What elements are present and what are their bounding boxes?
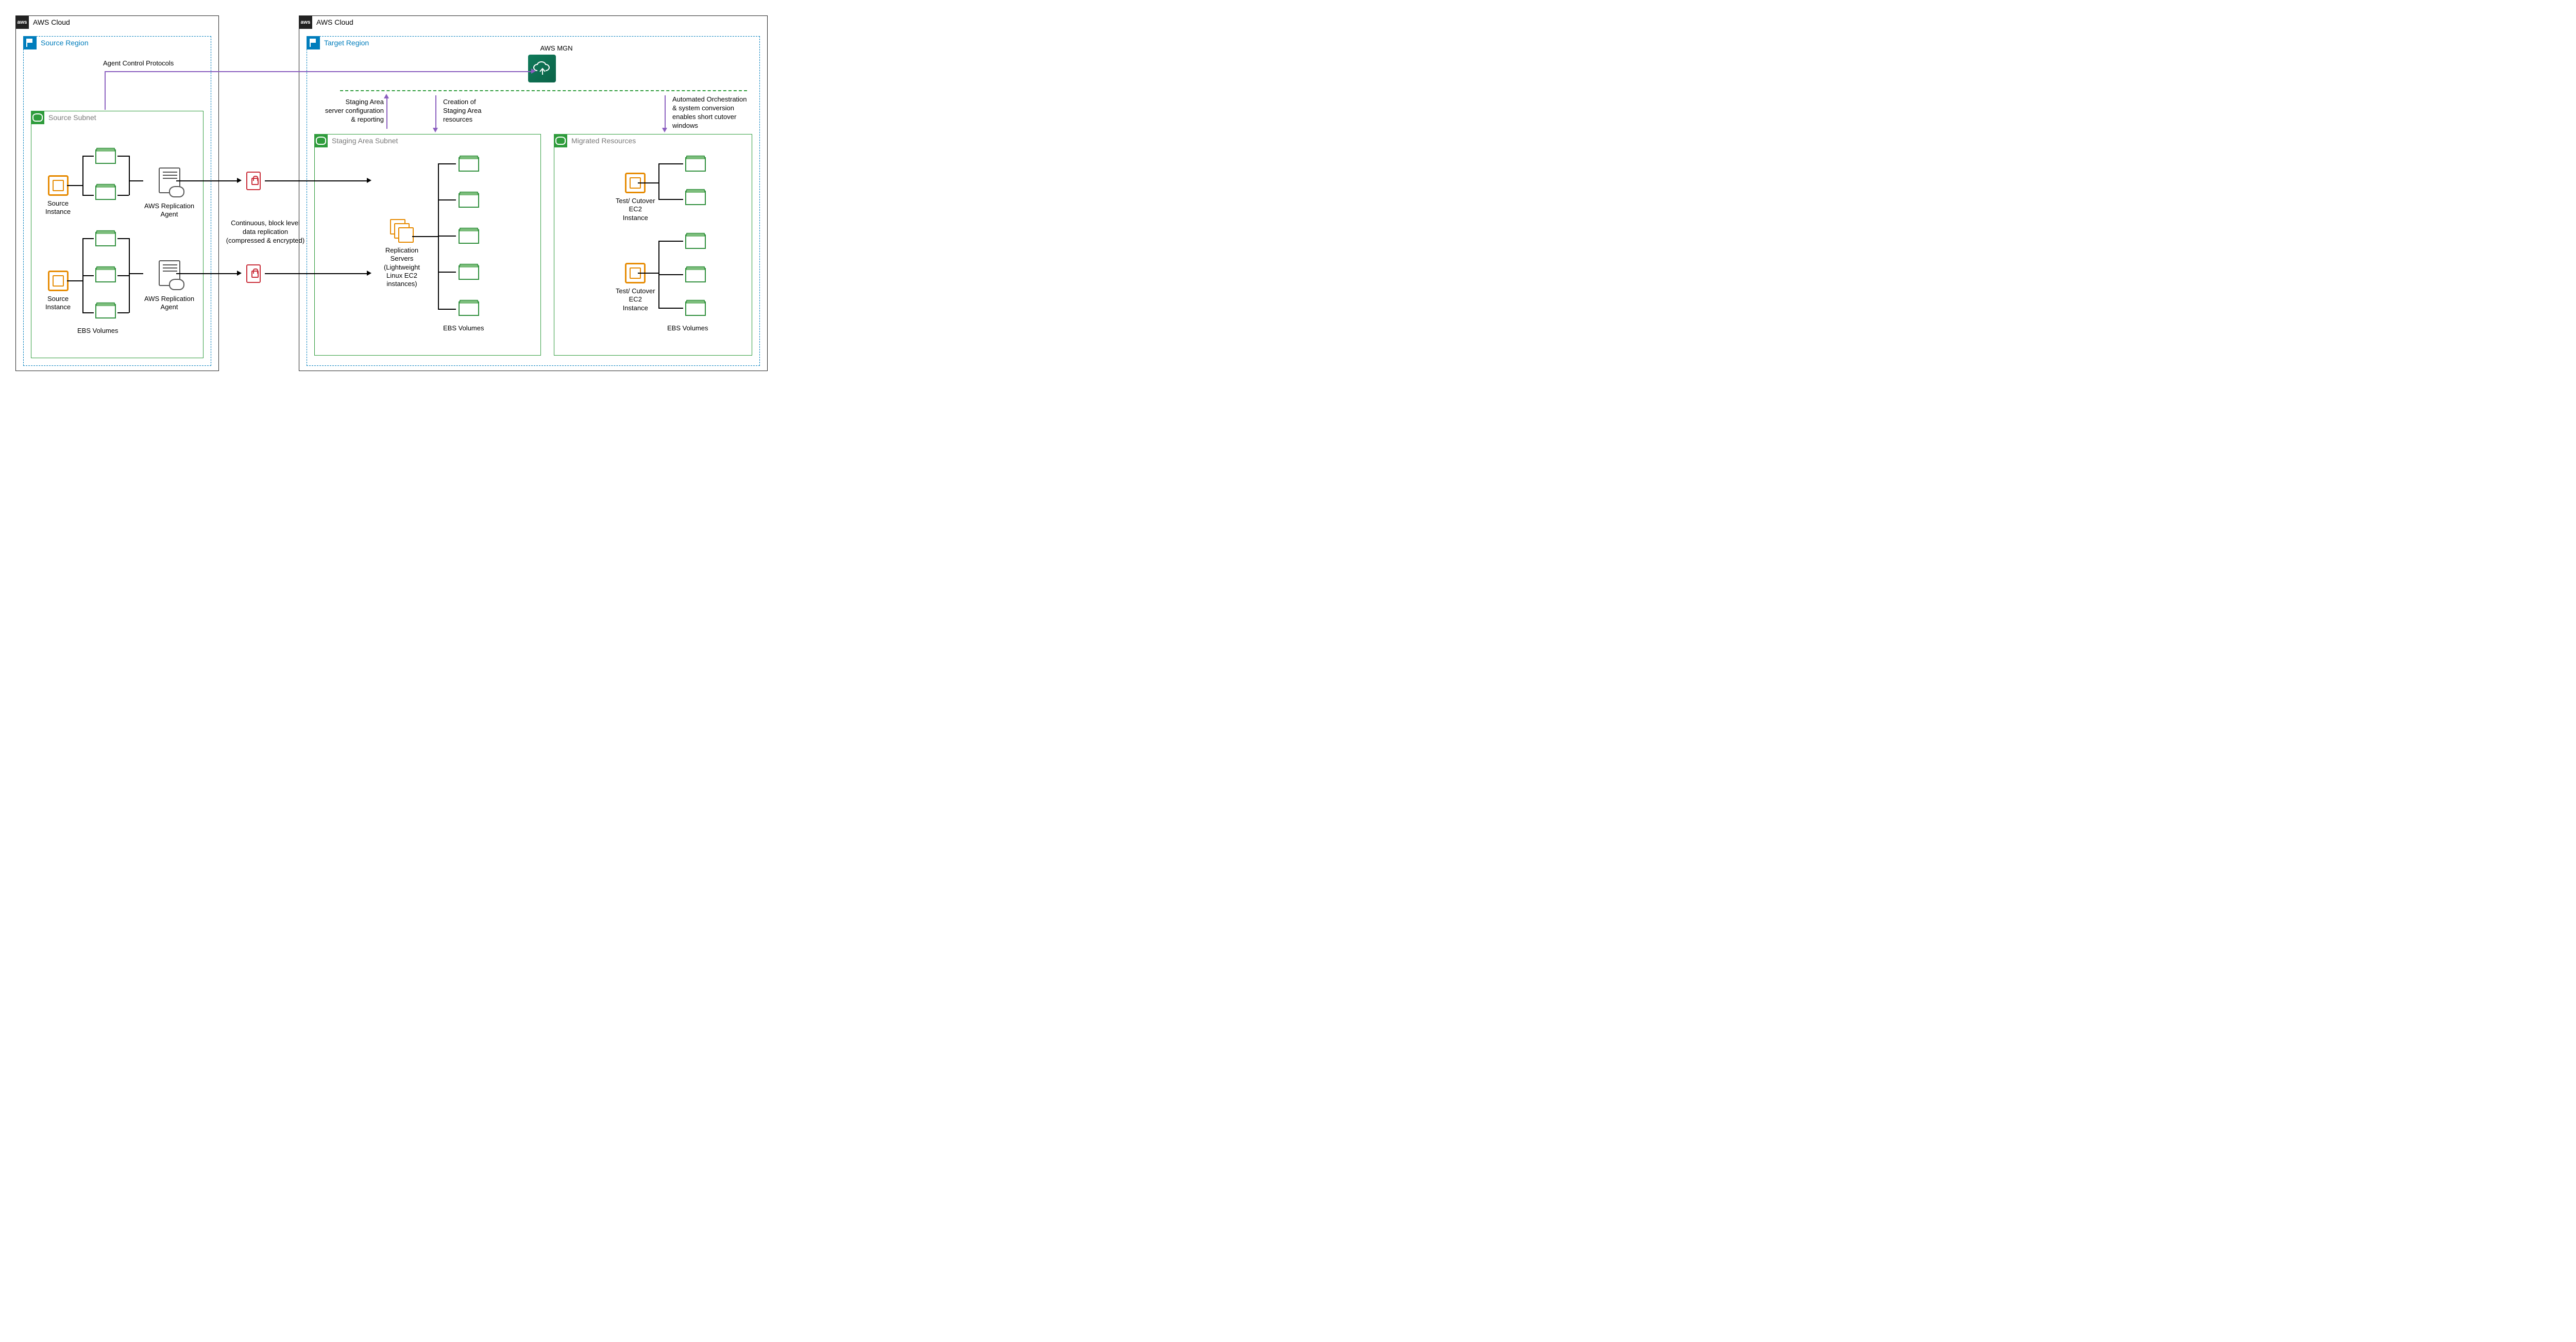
staging-ebs-label: EBS Volumes bbox=[443, 322, 484, 332]
source-instance-1: Source Instance bbox=[45, 175, 71, 216]
encrypted-file-icon bbox=[246, 172, 261, 192]
replication-servers: Replication Servers (Lightweight Linux E… bbox=[376, 219, 428, 288]
subnet-icon bbox=[554, 134, 567, 147]
source-subnet: Source Subnet bbox=[31, 111, 204, 358]
arrowhead-icon bbox=[367, 271, 371, 276]
test-cutover-instance-1: Test/ Cutover EC2 Instance bbox=[616, 173, 655, 222]
migrated-resources-label: Migrated Resources bbox=[571, 137, 636, 145]
arrowhead-icon bbox=[531, 69, 536, 74]
aws-logo-icon: aws bbox=[15, 15, 29, 29]
encrypted-file-icon bbox=[246, 264, 261, 284]
ebs-volume-icon bbox=[459, 265, 479, 281]
test-cutover-2-label: Test/ Cutover EC2 Instance bbox=[616, 287, 655, 312]
test-cutover-1-label: Test/ Cutover EC2 Instance bbox=[616, 197, 655, 222]
staging-creation-label: Creation of Staging Area resources bbox=[443, 98, 500, 124]
source-region-label: Source Region bbox=[41, 39, 89, 47]
replication-servers-label: Replication Servers (Lightweight Linux E… bbox=[376, 246, 428, 288]
staging-subnet-label: Staging Area Subnet bbox=[332, 137, 398, 145]
replication-agent-1: AWS Replication Agent bbox=[144, 167, 194, 219]
source-instance-2: Source Instance bbox=[45, 271, 71, 312]
source-subnet-label: Source Subnet bbox=[48, 113, 96, 122]
arrowhead-icon bbox=[384, 94, 389, 98]
source-instance-2-label: Source Instance bbox=[45, 295, 71, 312]
arrowhead-icon bbox=[367, 178, 371, 183]
source-cloud-label: AWS Cloud bbox=[33, 18, 70, 26]
source-ebs-label: EBS Volumes bbox=[77, 325, 118, 335]
replication-agent-1-label: AWS Replication Agent bbox=[144, 202, 194, 219]
ebs-volume-icon bbox=[685, 191, 706, 207]
ec2-instance-icon bbox=[48, 271, 69, 291]
ebs-volume-icon bbox=[685, 268, 706, 284]
region-flag-icon bbox=[307, 36, 320, 49]
ebs-volume-icon bbox=[95, 149, 116, 165]
replication-agent-2-label: AWS Replication Agent bbox=[144, 295, 194, 312]
mgn-control-plane-divider bbox=[340, 90, 747, 91]
ebs-volume-icon bbox=[95, 232, 116, 248]
ebs-volume-icon bbox=[95, 186, 116, 202]
source-ebs-caption: EBS Volumes bbox=[77, 327, 118, 335]
ebs-volume-icon bbox=[685, 157, 706, 173]
ebs-volume-icon bbox=[95, 304, 116, 320]
orchestration-label: Automated Orchestration & system convers… bbox=[672, 95, 757, 130]
ebs-volume-icon bbox=[459, 301, 479, 317]
target-region-label: Target Region bbox=[324, 39, 369, 47]
subnet-icon bbox=[314, 134, 328, 147]
ebs-volume-icon bbox=[459, 193, 479, 209]
arrowhead-icon bbox=[237, 271, 242, 276]
ebs-volume-icon bbox=[685, 301, 706, 317]
staging-reporting-label: Staging Area server configuration & repo… bbox=[325, 98, 384, 124]
ec2-instance-icon bbox=[48, 175, 69, 196]
aws-mgn-service: AWS MGN bbox=[528, 42, 585, 82]
migrated-resources: Migrated Resources bbox=[554, 134, 752, 356]
test-cutover-instance-2: Test/ Cutover EC2 Instance bbox=[616, 263, 655, 312]
region-flag-icon bbox=[23, 36, 37, 49]
ebs-volume-icon bbox=[685, 234, 706, 250]
staging-ebs-caption: EBS Volumes bbox=[443, 324, 484, 332]
agent-control-label: Agent Control Protocols bbox=[103, 59, 174, 68]
ebs-volume-icon bbox=[95, 268, 116, 284]
arrowhead-icon bbox=[433, 128, 438, 132]
migrated-ebs-label: EBS Volumes bbox=[667, 322, 708, 332]
target-cloud-label: AWS Cloud bbox=[316, 18, 353, 26]
subnet-icon bbox=[31, 111, 44, 124]
aws-logo-icon: aws bbox=[299, 15, 312, 29]
server-stack-icon bbox=[390, 219, 414, 243]
arrowhead-icon bbox=[237, 178, 242, 183]
migrated-ebs-caption: EBS Volumes bbox=[667, 324, 708, 332]
arrowhead-icon bbox=[662, 128, 667, 132]
ebs-volume-icon bbox=[459, 157, 479, 173]
aws-mgn-label: AWS MGN bbox=[528, 44, 585, 53]
source-instance-1-label: Source Instance bbox=[45, 199, 71, 216]
replication-agent-2: AWS Replication Agent bbox=[144, 260, 194, 312]
architecture-diagram: aws AWS Cloud Source Region Source Subne… bbox=[5, 5, 778, 376]
staging-area-subnet: Staging Area Subnet bbox=[314, 134, 541, 356]
replication-label: Continuous, block level data replication… bbox=[224, 219, 307, 245]
ebs-volume-icon bbox=[459, 229, 479, 245]
